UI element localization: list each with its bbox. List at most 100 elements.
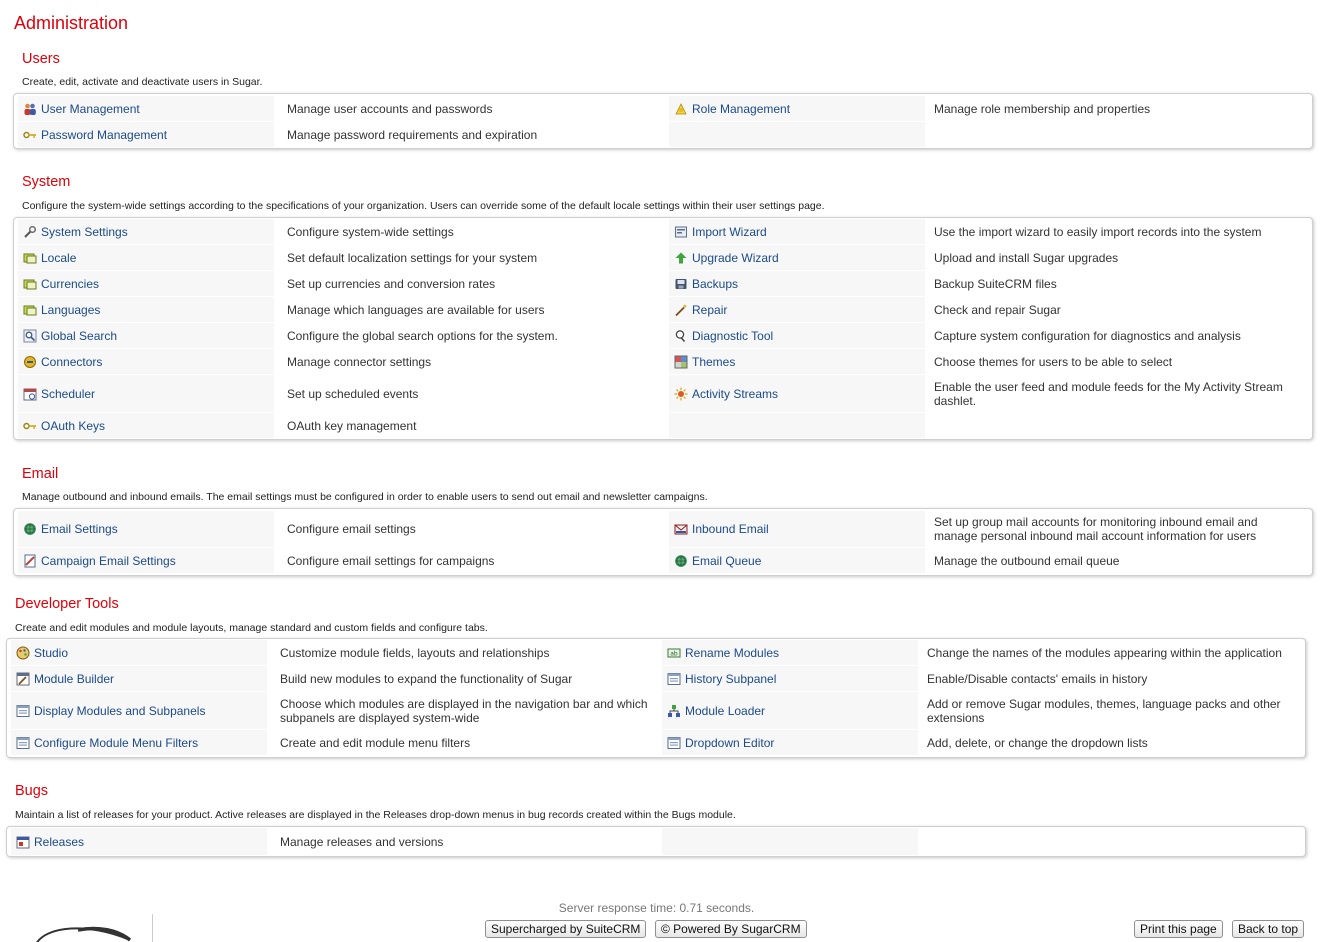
import-wizard-link[interactable]: Import Wizard [692,225,767,239]
key-icon [23,128,37,142]
inbound-email-icon [674,522,688,536]
admin-link-cell: Releases [11,828,267,855]
email-settings-link[interactable]: Email Settings [41,522,118,536]
admin-link-cell: Themes [669,349,925,374]
studio-link[interactable]: Studio [34,646,68,660]
module-loader-icon [667,704,681,718]
releases-link[interactable]: Releases [34,835,84,849]
section-title-users: Users [22,51,60,67]
system-settings-link[interactable]: System Settings [41,225,128,239]
admin-row: Languages Manage which languages are ava… [18,297,1308,322]
admin-desc: Build new modules to expand the function… [280,671,573,686]
global-search-link[interactable]: Global Search [41,329,117,343]
admin-link-cell: Password Management [18,122,274,147]
admin-desc: Manage role membership and properties [934,101,1151,116]
section-title-developer-tools: Developer Tools [15,596,119,612]
admin-link-cell: Configure Module Menu Filters [11,730,267,755]
admin-link-cell: System Settings [18,219,274,244]
admin-link-cell: User Management [18,96,274,121]
scheduler-link[interactable]: Scheduler [41,387,95,401]
empty-cell [669,413,925,438]
admin-desc: Configure email settings [287,522,416,536]
admin-row: Global Search Configure the global searc… [18,323,1308,348]
rename-modules-link[interactable]: Rename Modules [685,646,779,660]
diagnostic-tool-link[interactable]: Diagnostic Tool [692,329,773,343]
oauth-keys-link[interactable]: OAuth Keys [41,419,105,433]
admin-desc: Capture system configuration for diagnos… [934,328,1241,343]
themes-link[interactable]: Themes [692,355,735,369]
arrow-up-icon [674,251,688,265]
admin-link-cell: History Subpanel [662,666,918,691]
module-loader-link[interactable]: Module Loader [685,704,765,718]
import-icon [674,225,688,239]
language-icon [23,303,37,317]
admin-link-cell: Global Search [18,323,274,348]
role-icon [674,102,688,116]
admin-link-cell: Module Loader [662,692,918,729]
page-title: Administration [14,13,129,33]
admin-row: Scheduler Set up scheduled events Activi… [18,375,1308,412]
locale-icon [23,251,37,265]
connectors-link[interactable]: Connectors [41,355,102,369]
admin-link-cell: Locale [18,245,274,270]
email-queue-link[interactable]: Email Queue [692,554,761,568]
display-modules-link[interactable]: Display Modules and Subpanels [34,704,205,718]
oauth-key-icon [23,419,37,433]
users-icon [23,102,37,116]
admin-desc: Add or remove Sugar modules, themes, lan… [927,696,1281,725]
upgrade-wizard-link[interactable]: Upgrade Wizard [692,251,779,265]
back-to-top-button[interactable]: Back to top [1232,920,1305,938]
admin-link-cell: Role Management [669,96,925,121]
module-builder-link[interactable]: Module Builder [34,672,114,686]
section-description-developer-tools: Create and edit modules and module layou… [15,622,488,634]
password-management-link[interactable]: Password Management [41,128,167,142]
repair-icon [674,303,688,317]
backups-link[interactable]: Backups [692,277,738,291]
configure-module-menu-filters-link[interactable]: Configure Module Menu Filters [34,736,198,750]
currencies-link[interactable]: Currencies [41,277,99,291]
admin-desc: Configure system-wide settings [287,224,454,239]
bugs-panel: Releases Manage releases and versions [6,826,1306,857]
languages-link[interactable]: Languages [41,303,100,317]
admin-desc: Choose themes for users to be able to se… [934,354,1173,369]
releases-icon [16,835,30,849]
campaign-email-settings-link[interactable]: Campaign Email Settings [41,554,176,568]
admin-link-cell: Scheduler [18,375,274,412]
module-builder-icon [16,672,30,686]
admin-row: Configure Module Menu Filters Create and… [11,730,1301,755]
admin-desc: Change the names of the modules appearin… [927,645,1282,660]
admin-row: Password Management Manage password requ… [18,122,1308,147]
activity-streams-link[interactable]: Activity Streams [692,387,778,401]
campaign-email-icon [23,554,37,568]
admin-row: Display Modules and Subpanels Choose whi… [11,692,1301,729]
empty-cell [662,828,918,855]
admin-link-cell: Inbound Email [669,511,925,547]
admin-desc: Enable the user feed and module feeds fo… [934,379,1283,408]
dropdown-editor-link[interactable]: Dropdown Editor [685,736,774,750]
inbound-email-link[interactable]: Inbound Email [692,522,769,536]
admin-link-cell: Display Modules and Subpanels [11,692,267,729]
history-subpanel-link[interactable]: History Subpanel [685,672,776,686]
admin-link-cell: Studio [11,640,267,665]
repair-link[interactable]: Repair [692,303,727,317]
scheduler-icon [23,387,37,401]
admin-link-cell: Languages [18,297,274,322]
admin-link-cell: Email Queue [669,548,925,573]
print-page-button[interactable]: Print this page [1134,920,1223,938]
admin-row: OAuth Keys OAuth key management [18,413,1308,438]
admin-row: Studio Customize module fields, layouts … [11,640,1301,665]
admin-link-cell: Import Wizard [669,219,925,244]
system-panel: System Settings Configure system-wide se… [13,217,1313,440]
studio-icon [16,646,30,660]
section-description-email: Manage outbound and inbound emails. The … [22,491,708,503]
admin-row: Module Builder Build new modules to expa… [11,666,1301,691]
supercharged-by-suitecrm-button[interactable]: Supercharged by SuiteCRM [485,920,647,938]
role-management-link[interactable]: Role Management [692,102,790,116]
locale-link[interactable]: Locale [41,251,76,265]
admin-desc: Create and edit module menu filters [280,735,471,750]
diagnostic-icon [674,329,688,343]
admin-desc: Enable/Disable contacts' emails in histo… [927,671,1148,686]
admin-desc: Configure email settings for campaigns [287,553,495,568]
user-management-link[interactable]: User Management [41,102,140,116]
powered-by-sugarcrm-button[interactable]: © Powered By SugarCRM [655,920,807,938]
